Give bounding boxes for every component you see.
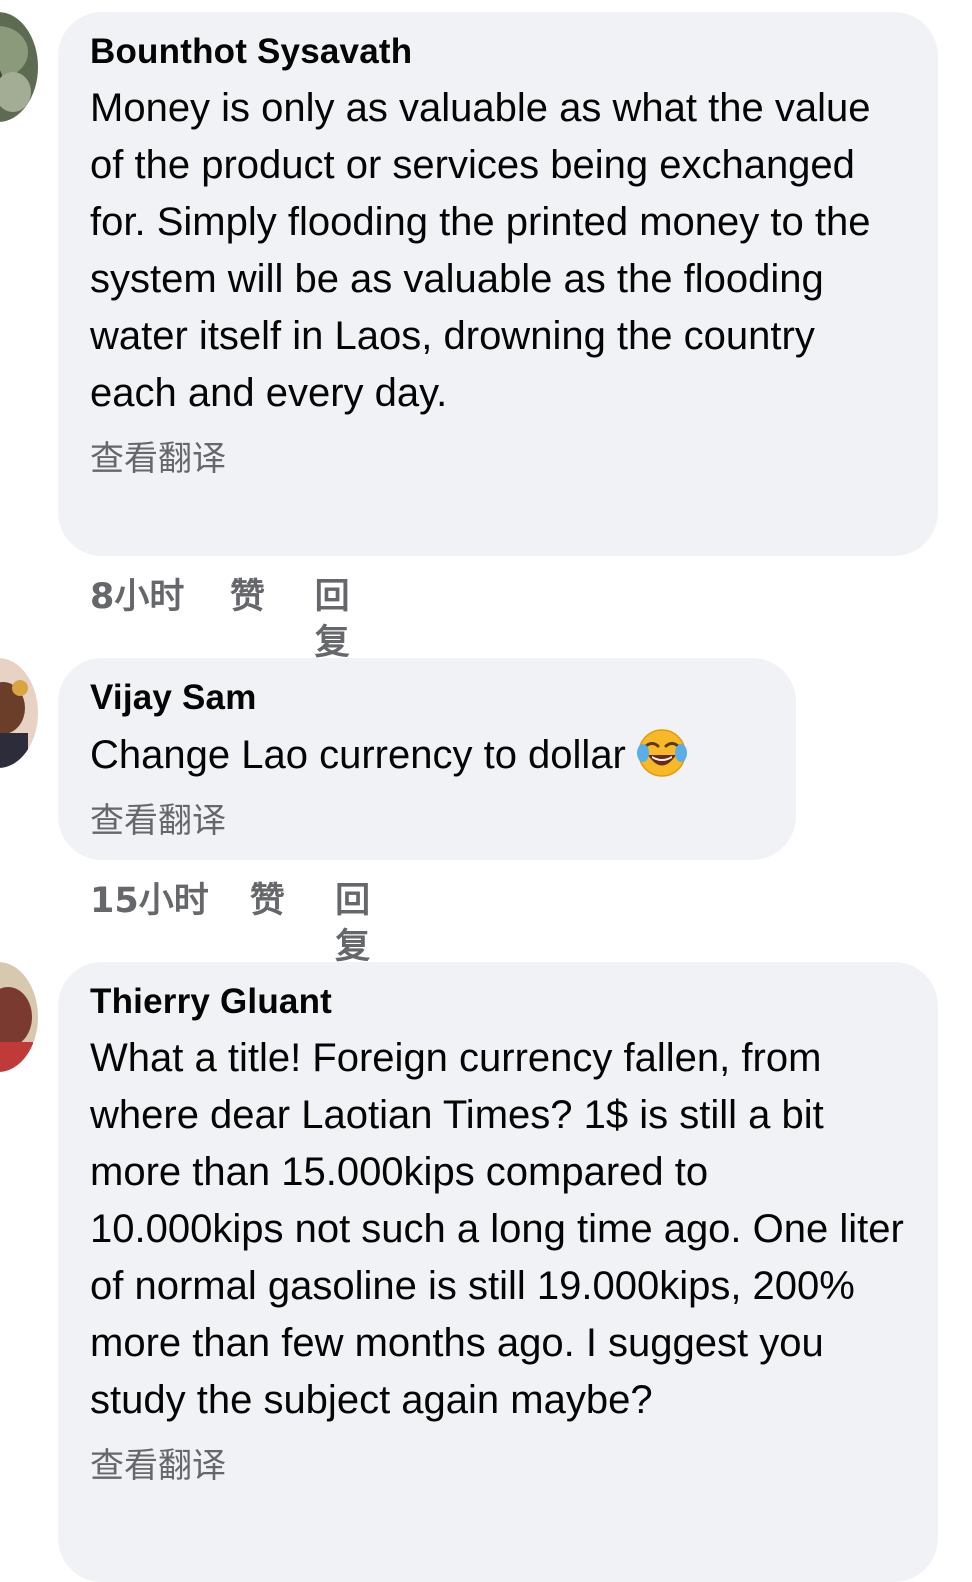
reply-button[interactable]: 回复 bbox=[315, 574, 377, 666]
comment-bubble: Vijay Sam Change Lao currency to dollar … bbox=[58, 658, 796, 860]
face-with-tears-of-joy-icon bbox=[636, 726, 688, 778]
comment-timestamp[interactable]: 8小时 bbox=[90, 574, 230, 666]
comment-author[interactable]: Vijay Sam bbox=[90, 676, 766, 720]
like-button[interactable]: 赞 bbox=[230, 574, 315, 666]
comment-text: What a title! Foreign currency fallen, f… bbox=[90, 1036, 904, 1422]
see-translation-link[interactable]: 查看翻译 bbox=[90, 1443, 908, 1489]
like-button[interactable]: 赞 bbox=[250, 878, 335, 970]
comment-text: Change Lao currency to dollar bbox=[90, 726, 766, 784]
comment-timestamp[interactable]: 15小时 bbox=[90, 878, 250, 970]
comment-text: Money is only as valuable as what the va… bbox=[90, 86, 871, 415]
comment-bubble: Bounthot Sysavath Money is only as valua… bbox=[58, 12, 938, 556]
avatar[interactable] bbox=[0, 962, 38, 1072]
comment-text-content: Change Lao currency to dollar bbox=[90, 733, 626, 777]
comment-actions: 8小时 赞 回复 bbox=[90, 574, 377, 666]
comment-author[interactable]: Thierry Gluant bbox=[90, 980, 908, 1024]
comment-author[interactable]: Bounthot Sysavath bbox=[90, 30, 908, 74]
see-translation-link[interactable]: 查看翻译 bbox=[90, 436, 908, 482]
avatar[interactable] bbox=[0, 12, 38, 122]
see-translation-link[interactable]: 查看翻译 bbox=[90, 798, 766, 844]
avatar[interactable] bbox=[0, 658, 38, 768]
comment-bubble: Thierry Gluant What a title! Foreign cur… bbox=[58, 962, 938, 1582]
comment-actions: 15小时 赞 回复 bbox=[90, 878, 398, 970]
reply-button[interactable]: 回复 bbox=[335, 878, 398, 970]
